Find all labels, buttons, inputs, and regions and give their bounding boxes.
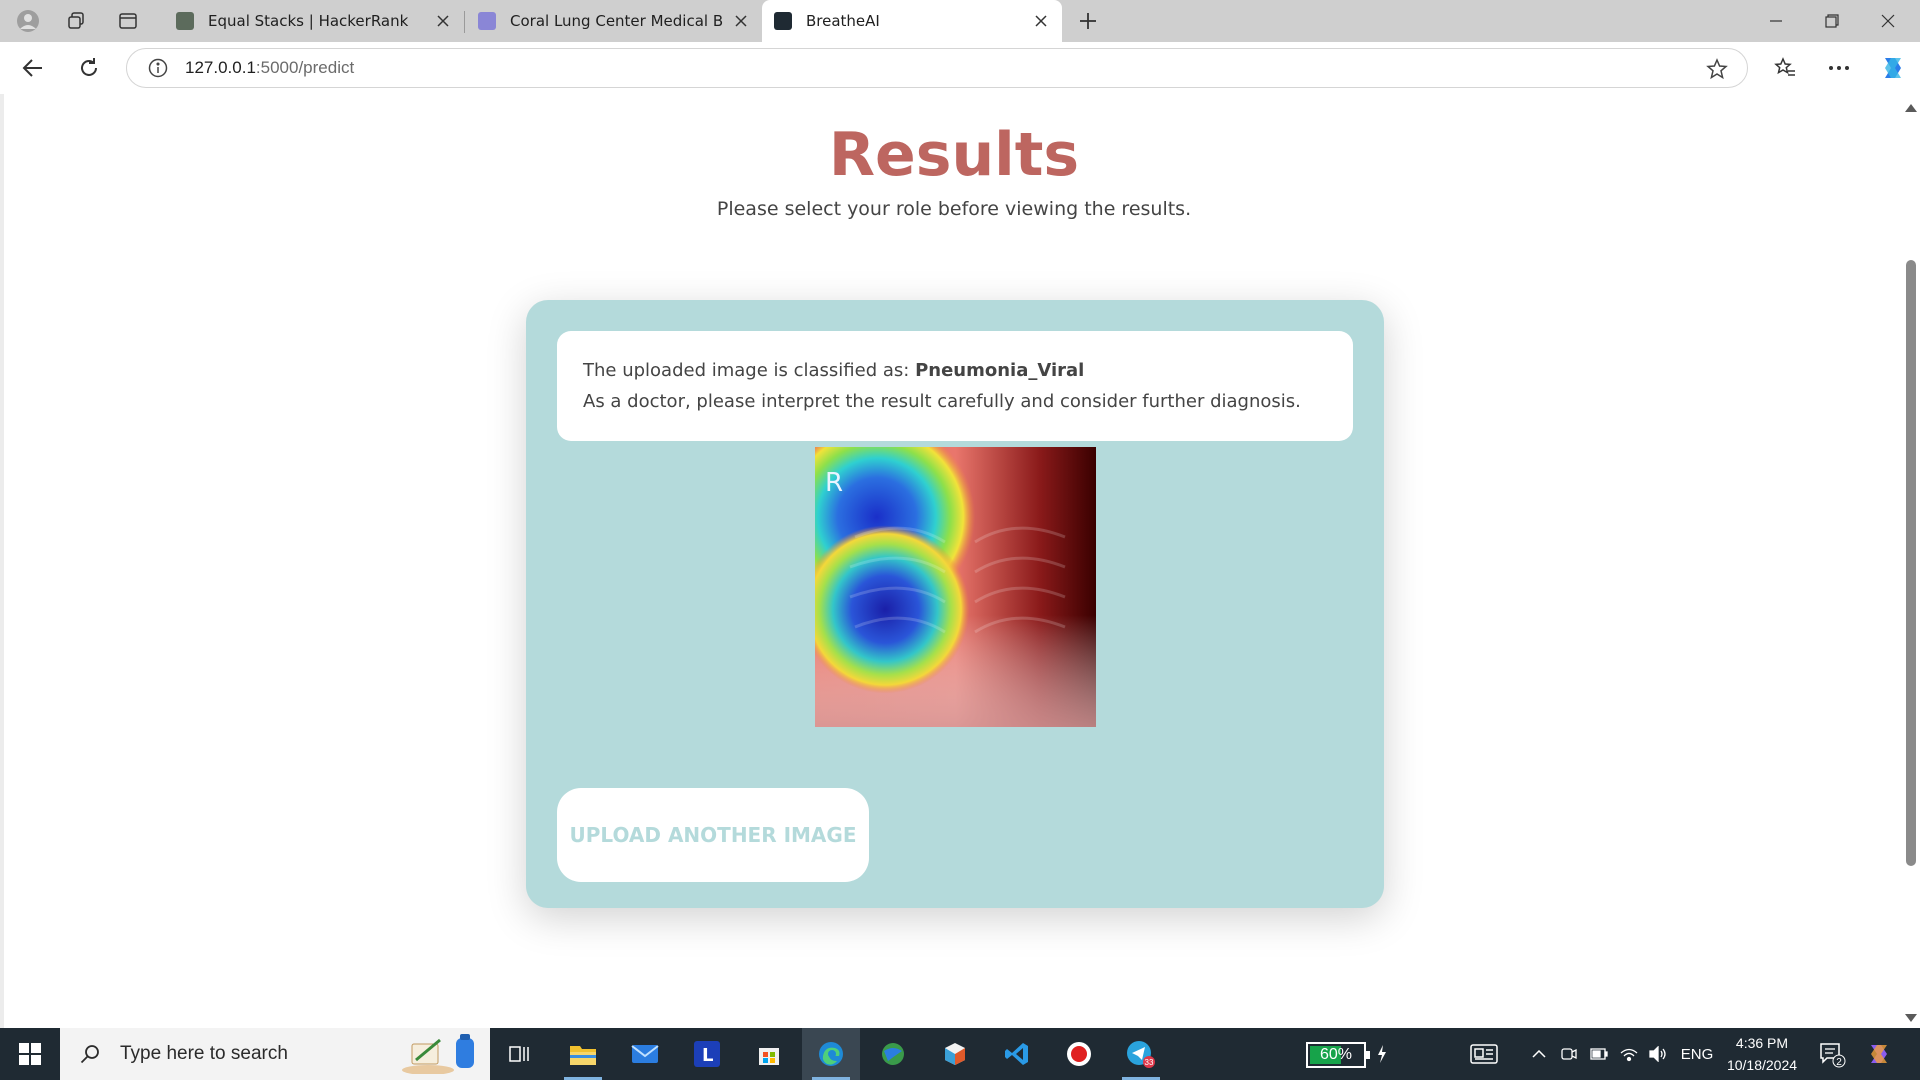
url-path: :5000/predict [255,58,355,77]
vscode-icon[interactable] [988,1028,1046,1080]
doc-icon [478,12,496,30]
address-bar[interactable]: 127.0.0.1:5000/predict [126,48,1748,88]
url-text: 127.0.0.1:5000/predict [185,58,354,78]
windows-taskbar: Type here to search L 33 60% ENG 4:36 PM… [0,1028,1920,1080]
lens-app-icon[interactable]: L [678,1028,736,1080]
tab-title: Equal Stacks | HackerRank [208,12,409,30]
url-host: 127.0.0.1 [185,58,256,77]
workspaces-icon[interactable] [56,5,96,37]
xray-marker: R [825,468,843,498]
profile-icon[interactable] [8,5,48,37]
back-button[interactable] [14,50,52,86]
tab-breatheai[interactable]: BreatheAI [762,0,1062,42]
taskbar-search-box[interactable]: Type here to search [60,1028,490,1080]
upload-another-image-button[interactable]: UPLOAD ANOTHER IMAGE [557,788,869,882]
mail-icon[interactable] [616,1028,674,1080]
xray-heatmap-image: R [815,447,1096,727]
browser-tabstrip: Equal Stacks | HackerRank Coral Lung Cen… [0,0,1920,42]
charging-icon [1372,1028,1392,1080]
page-scrollbar[interactable] [1902,94,1920,1028]
tab-title: Coral Lung Center Medical Busine [510,12,724,30]
more-options-icon[interactable] [1820,50,1858,86]
result-message: The uploaded image is classified as: Pne… [557,331,1353,441]
page-title: Results [828,120,1080,190]
screen-recorder-icon[interactable] [1050,1028,1108,1080]
start-button[interactable] [0,1028,60,1080]
vertical-tabs-icon[interactable] [108,5,148,37]
battery-tray-icon[interactable] [1588,1028,1610,1080]
tab-hackerrank[interactable]: Equal Stacks | HackerRank [164,0,464,42]
info-icon[interactable] [147,57,169,79]
new-tab-button[interactable] [1068,5,1108,37]
hackerrank-icon [176,12,194,30]
telegram-icon[interactable]: 33 [1112,1028,1170,1080]
search-icon [78,1042,102,1066]
wifi-icon[interactable] [1618,1028,1640,1080]
file-explorer-icon[interactable] [554,1028,612,1080]
telegram-badge: 33 [1145,1058,1154,1067]
language-indicator[interactable]: ENG [1680,1028,1714,1080]
task-view-icon[interactable] [490,1028,548,1080]
search-highlight-icon [400,1034,480,1075]
show-hidden-icons-chevron-icon[interactable] [1528,1028,1550,1080]
copilot-icon[interactable] [1874,50,1912,86]
scrollbar-thumb[interactable] [1906,260,1916,866]
copilot-tray-icon[interactable] [1862,1028,1898,1080]
refresh-button[interactable] [70,50,108,86]
scroll-down-arrow-icon[interactable] [1905,1012,1917,1024]
battery-terminal [1366,1051,1370,1059]
terminal-icon [774,12,792,30]
minimize-button[interactable] [1748,0,1804,42]
result-card: The uploaded image is classified as: Pne… [526,300,1384,908]
scroll-up-arrow-icon[interactable] [1905,102,1917,114]
battery-percent: 60% [1319,1046,1353,1063]
browser-toolbar: 127.0.0.1:5000/predict [0,42,1920,94]
notifications-icon[interactable]: 2 [1814,1028,1850,1080]
globe-app-icon[interactable] [864,1028,922,1080]
svg-text:L: L [702,1045,713,1066]
microsoft-store-icon[interactable] [740,1028,798,1080]
doctor-note: As a doctor, please interpret the result… [583,391,1301,412]
news-widget-icon[interactable] [1466,1028,1502,1080]
favorites-icon[interactable] [1766,50,1804,86]
edge-browser-icon[interactable] [802,1028,860,1080]
page-subtitle: Please select your role before viewing t… [716,198,1192,220]
close-icon[interactable] [434,12,452,30]
search-placeholder: Type here to search [120,1043,288,1064]
battery-indicator[interactable]: 60% [1306,1042,1370,1068]
meet-now-icon[interactable] [1558,1028,1580,1080]
close-icon[interactable] [732,12,750,30]
classification-value: Pneumonia_Viral [915,360,1085,381]
page-viewport: Results Please select your role before v… [0,94,1920,1028]
close-window-button[interactable] [1860,0,1916,42]
clock-time: 4:36 PM [1735,1035,1789,1051]
classification-line: The uploaded image is classified as: Pne… [583,355,1353,386]
notifications-badge: 2 [1836,1057,1842,1068]
clock-date: 10/18/2024 [1726,1057,1798,1073]
close-icon[interactable] [1032,12,1050,30]
favorite-star-icon[interactable] [1705,57,1729,81]
restore-button[interactable] [1804,0,1860,42]
cube-app-icon[interactable] [926,1028,984,1080]
taskbar-clock[interactable]: 4:36 PM 10/18/2024 [1714,1032,1810,1076]
result-prefix: The uploaded image is classified as: [583,360,916,381]
tab-title: BreatheAI [806,12,880,30]
tab-separator [464,11,465,33]
tab-coral-lung[interactable]: Coral Lung Center Medical Busine [466,0,762,42]
volume-icon[interactable] [1646,1028,1670,1080]
